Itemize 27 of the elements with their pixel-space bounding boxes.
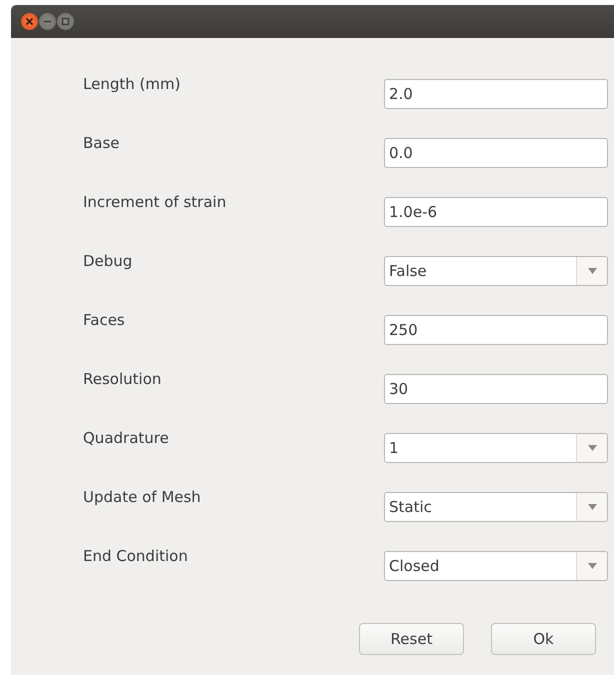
input-field[interactable]: 30 [384,374,608,404]
field-label: Base [83,134,121,152]
caret-icon [588,268,596,274]
input-field[interactable]: 2.0 [384,79,608,109]
field-label: Update of Mesh [83,488,202,506]
reset-button[interactable]: Reset [359,623,464,655]
field-label: Quadrature [83,429,170,447]
field-label: Resolution [83,370,162,388]
field-label: End Condition [83,547,189,565]
caret-icon [588,504,596,510]
input-field[interactable]: 0.0 [384,138,608,168]
ok-button[interactable]: Ok [491,623,596,655]
maximize-icon[interactable] [57,13,74,30]
field-label: Debug [83,252,134,270]
input-field[interactable]: 250 [384,315,608,345]
minimize-icon[interactable] [39,13,56,30]
dropdown[interactable]: 1 [384,433,608,463]
dropdown[interactable]: Static [384,492,608,522]
caret-icon [588,563,596,569]
field-label: Faces [83,311,126,329]
dropdown[interactable]: False [384,256,608,286]
input-field[interactable]: 1.0e-6 [384,197,608,227]
field-label: Increment of strain [83,193,228,211]
caret-icon [588,445,596,451]
field-label: Length (mm) [83,75,182,93]
close-icon[interactable] [21,13,38,30]
dropdown[interactable]: Closed [384,551,608,581]
